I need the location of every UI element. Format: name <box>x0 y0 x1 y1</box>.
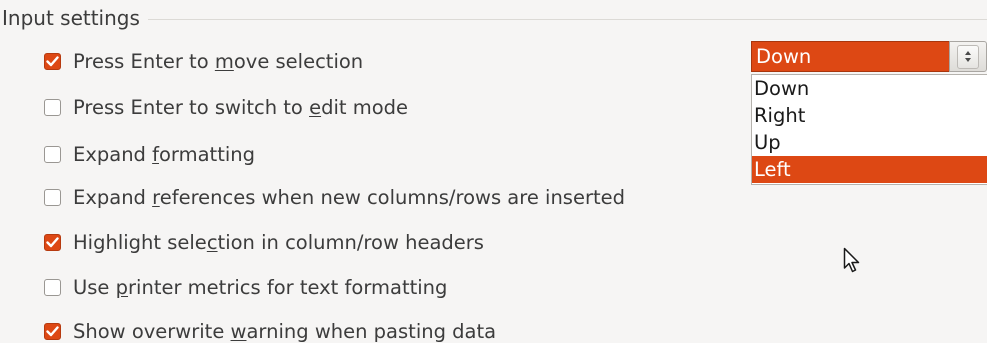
option-printer-metrics[interactable]: Use printer metrics for text formatting <box>44 273 447 301</box>
option-label: Highlight selection in column/row header… <box>73 230 484 254</box>
section-divider <box>147 19 987 20</box>
dropdown-item-down[interactable]: Down <box>752 75 987 102</box>
option-label: Press Enter to move selection <box>73 49 364 73</box>
dropdown-item-left[interactable]: Left <box>752 156 987 183</box>
move-direction-combo[interactable]: Down <box>751 41 987 72</box>
option-label: Use printer metrics for text formatting <box>73 275 448 299</box>
option-label: Press Enter to switch to edit mode <box>73 95 409 119</box>
spin-button-icon <box>957 44 979 69</box>
checkbox-press-enter-edit-mode[interactable] <box>44 98 61 116</box>
check-icon <box>46 325 59 336</box>
checkbox-printer-metrics[interactable] <box>44 278 61 296</box>
option-expand-formatting[interactable]: Expand formatting <box>44 140 255 168</box>
check-icon <box>46 55 59 66</box>
mouse-pointer-icon <box>843 247 860 273</box>
option-press-enter-edit-mode[interactable]: Press Enter to switch to edit mode <box>44 93 408 121</box>
checkbox-overwrite-warning[interactable] <box>44 322 61 340</box>
section-header: Input settings <box>2 4 987 32</box>
option-label: Show overwrite warning when pasting data <box>73 319 497 343</box>
option-label: Expand references when new columns/rows … <box>73 185 626 209</box>
chevron-down-icon <box>965 58 971 62</box>
check-icon <box>46 236 59 247</box>
checkbox-expand-references[interactable] <box>44 188 61 206</box>
checkbox-press-enter-move-selection[interactable] <box>44 52 61 70</box>
dropdown-item-right[interactable]: Right <box>752 102 987 129</box>
move-direction-spin-button[interactable] <box>949 41 987 72</box>
checkbox-highlight-selection[interactable] <box>44 233 61 251</box>
chevron-up-icon <box>965 51 971 55</box>
dropdown-item-up[interactable]: Up <box>752 129 987 156</box>
move-direction-dropdown-list: Down Right Up Left <box>751 74 987 185</box>
option-press-enter-move-selection[interactable]: Press Enter to move selection <box>44 47 363 75</box>
section-title: Input settings <box>2 6 140 30</box>
checkbox-expand-formatting[interactable] <box>44 145 61 163</box>
option-expand-references[interactable]: Expand references when new columns/rows … <box>44 183 625 211</box>
input-settings-panel: Input settings Press Enter to move selec… <box>0 0 987 343</box>
option-overwrite-warning[interactable]: Show overwrite warning when pasting data <box>44 317 496 343</box>
option-highlight-selection[interactable]: Highlight selection in column/row header… <box>44 228 484 256</box>
move-direction-field[interactable]: Down <box>751 41 949 72</box>
option-label: Expand formatting <box>73 142 255 166</box>
